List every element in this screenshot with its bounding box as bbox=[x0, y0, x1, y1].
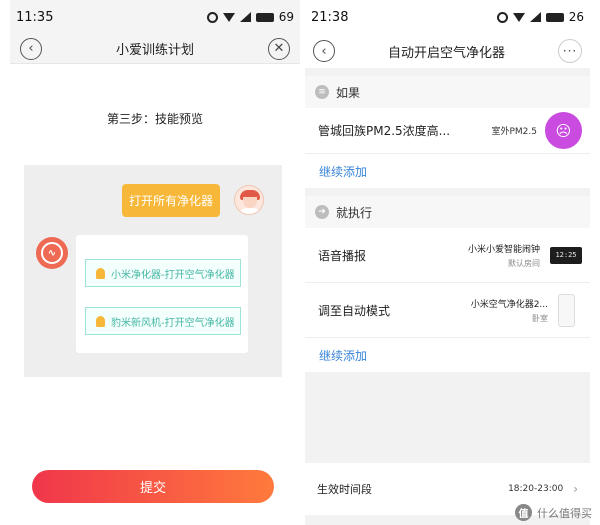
chevron-right-icon: › bbox=[573, 482, 578, 496]
if-section-header: ≡ 如果 bbox=[305, 76, 590, 108]
bulb-icon bbox=[96, 267, 105, 279]
condition-source: 室外PM2.5 ☹ bbox=[491, 112, 582, 149]
action-device: 小米小爱智能闹钟 默认房间 12:25 bbox=[468, 242, 582, 269]
submit-button[interactable]: 提交 bbox=[32, 470, 274, 503]
status-icons: 69 bbox=[206, 10, 294, 24]
watermark-logo: 值 bbox=[515, 504, 532, 521]
user-command-bubble: 打开所有净化器 bbox=[122, 184, 220, 217]
skill-preview-panel: 打开所有净化器 ∿ 小米净化器-打开空气净化器 豹米新风机-打开空气净化器 bbox=[24, 165, 282, 377]
status-time: 21:38 bbox=[311, 9, 349, 25]
pm25-icon: ☹ bbox=[545, 112, 582, 149]
add-condition-link[interactable]: 继续添加 bbox=[305, 154, 590, 188]
action-row[interactable]: 语音播报 小米小爱智能闹钟 默认房间 12:25 bbox=[305, 228, 590, 283]
action-label: 调至自动模式 bbox=[318, 303, 391, 318]
skill-label: 豹米新风机-打开空气净化器 bbox=[111, 317, 235, 329]
alarm-icon bbox=[206, 11, 218, 23]
condition-text: 管城回族PM2.5浓度高... bbox=[318, 124, 451, 138]
effective-time-value-wrap: 18:20-23:00 › bbox=[508, 482, 578, 496]
chevron-left-icon: ‹ bbox=[28, 41, 34, 56]
arrow-right-icon: ➜ bbox=[315, 205, 329, 219]
back-button[interactable]: ‹ bbox=[313, 40, 335, 62]
action-label: 语音播报 bbox=[318, 248, 367, 263]
voice-wave-icon: ∿ bbox=[41, 242, 63, 264]
air-purifier-icon bbox=[558, 293, 575, 327]
battery-level: 69 bbox=[278, 10, 294, 24]
ai-response-card: 小米净化器-打开空气净化器 豹米新风机-打开空气净化器 bbox=[76, 235, 248, 353]
wifi-icon bbox=[222, 12, 235, 22]
step-title: 第三步：技能预览 bbox=[106, 112, 203, 126]
nav-bar: ‹ 小爱训练计划 ✕ bbox=[10, 34, 300, 64]
left-phone-screen: 11:35 69 ‹ 小爱训练计划 ✕ 第三步：技能预览 打开所有净化器 ∿ 小… bbox=[10, 0, 300, 525]
close-icon: ✕ bbox=[273, 41, 285, 56]
effective-time-value: 18:20-23:00 bbox=[508, 484, 564, 494]
bulb-icon bbox=[96, 315, 105, 327]
device-room: 卧室 bbox=[532, 313, 548, 323]
user-avatar bbox=[234, 185, 264, 215]
close-button[interactable]: ✕ bbox=[267, 37, 290, 60]
chevron-left-icon: ‹ bbox=[321, 43, 327, 59]
add-action-link[interactable]: 继续添加 bbox=[305, 338, 590, 372]
signal-icon bbox=[239, 12, 251, 22]
then-section-header: ➜ 就执行 bbox=[305, 196, 590, 228]
condition-subtitle: 室外PM2.5 bbox=[491, 127, 537, 137]
list-icon: ≡ bbox=[315, 85, 329, 99]
nav-bar: ‹ 自动开启空气净化器 ··· bbox=[305, 34, 590, 68]
back-button[interactable]: ‹ bbox=[20, 37, 42, 60]
status-bar: 21:38 26 bbox=[305, 0, 590, 34]
right-phone-screen: 21:38 26 ‹ 自动开启空气净化器 ··· ≡ 如果 管城回族PM2.5浓… bbox=[305, 0, 590, 525]
wifi-icon bbox=[512, 12, 525, 22]
status-time: 11:35 bbox=[16, 9, 54, 25]
alarm-clock-icon: 12:25 bbox=[550, 246, 582, 264]
alarm-icon bbox=[496, 11, 508, 23]
condition-row[interactable]: 管城回族PM2.5浓度高... 室外PM2.5 ☹ bbox=[305, 108, 590, 154]
skill-label: 小米净化器-打开空气净化器 bbox=[111, 269, 235, 281]
watermark-text: 什么值得买 bbox=[537, 506, 592, 520]
status-icons: 26 bbox=[496, 10, 584, 24]
then-section-title: 就执行 bbox=[336, 205, 373, 220]
action-row[interactable]: 调至自动模式 小米空气净化器2... 卧室 bbox=[305, 283, 590, 338]
page-title: 自动开启空气净化器 bbox=[387, 45, 505, 61]
device-name: 小米空气净化器2... bbox=[470, 299, 548, 310]
device-name: 小米小爱智能闹钟 bbox=[467, 244, 540, 255]
device-info: 小米小爱智能闹钟 默认房间 bbox=[468, 242, 540, 269]
signal-icon bbox=[529, 12, 541, 22]
avatar-face bbox=[243, 197, 257, 208]
if-section-title: 如果 bbox=[336, 85, 361, 100]
watermark: 值 什么值得买 bbox=[515, 504, 592, 521]
page-title: 小爱训练计划 bbox=[115, 43, 194, 58]
battery-icon bbox=[255, 12, 274, 22]
device-info: 小米空气净化器2... 卧室 bbox=[471, 297, 548, 324]
then-section: 语音播报 小米小爱智能闹钟 默认房间 12:25 调至自动模式 小米空气净化器2… bbox=[305, 228, 590, 372]
more-button[interactable]: ··· bbox=[557, 39, 582, 63]
if-section: 管城回族PM2.5浓度高... 室外PM2.5 ☹ 继续添加 bbox=[305, 108, 590, 188]
more-icon: ··· bbox=[562, 44, 578, 58]
skill-item[interactable]: 豹米新风机-打开空气净化器 bbox=[85, 307, 241, 335]
skill-item[interactable]: 小米净化器-打开空气净化器 bbox=[85, 259, 241, 287]
effective-time-label: 生效时间段 bbox=[317, 483, 372, 496]
action-device: 小米空气净化器2... 卧室 bbox=[471, 293, 582, 327]
battery-icon bbox=[545, 12, 564, 22]
status-bar: 11:35 69 bbox=[10, 0, 300, 34]
avatar-body bbox=[239, 208, 261, 214]
battery-level: 26 bbox=[568, 10, 584, 24]
device-room: 默认房间 bbox=[508, 258, 540, 268]
xiaoai-avatar-icon: ∿ bbox=[36, 237, 68, 269]
